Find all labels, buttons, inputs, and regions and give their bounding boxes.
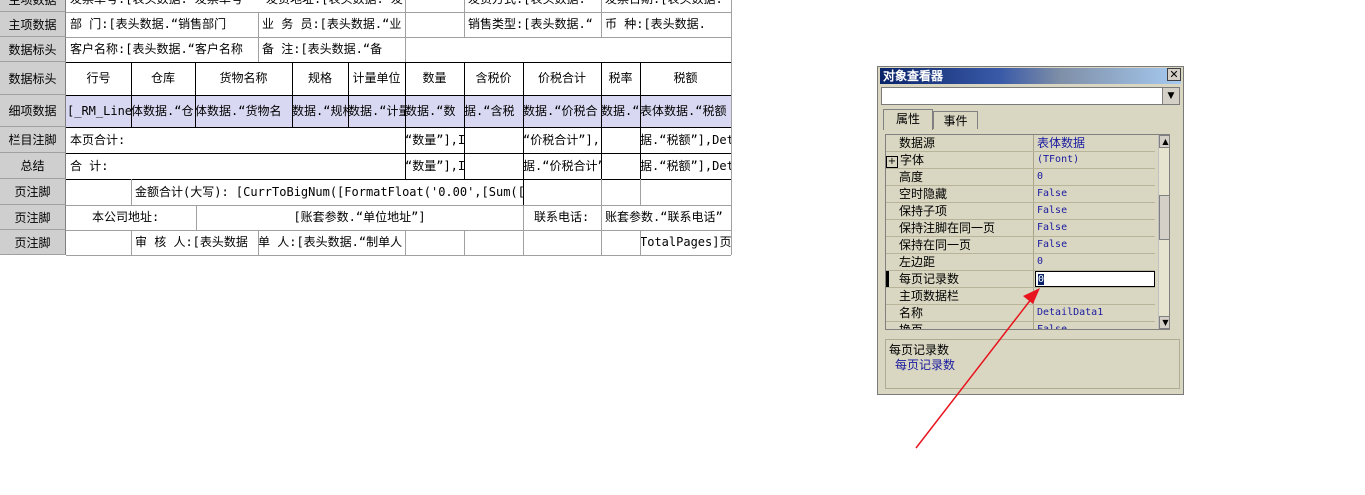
annotation-arrow-icon — [915, 288, 1040, 449]
